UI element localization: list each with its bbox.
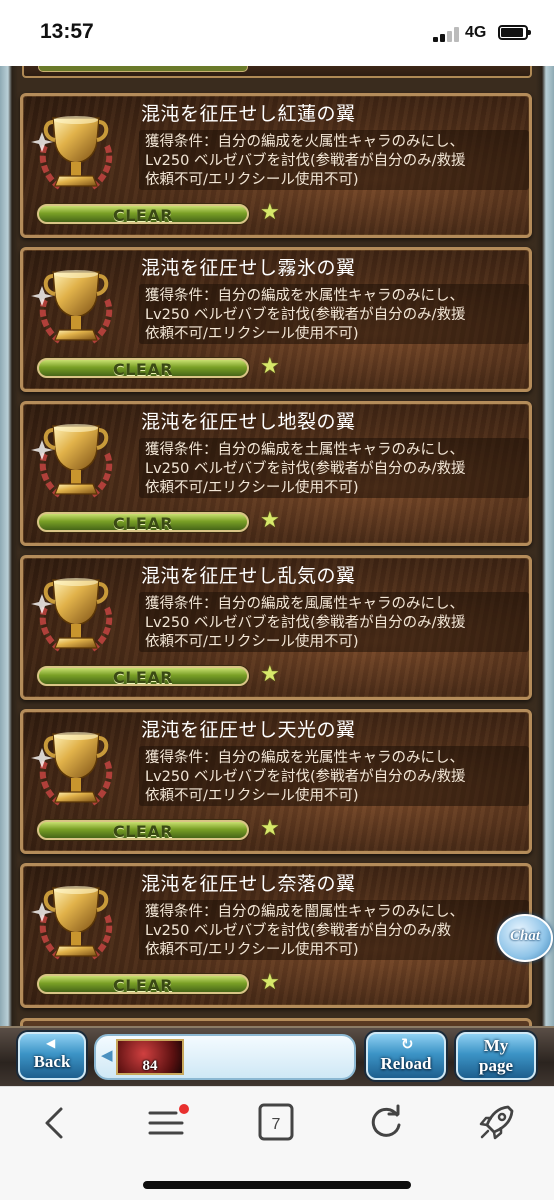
achievement-description-line: 依頼不可/エリクシール使用不可) (145, 634, 359, 650)
achievement-card-partial (22, 66, 532, 78)
achievement-description-line: Lv250 ベルゼバブを討伐(参戦者が自分のみ/救援 (145, 461, 466, 477)
tabs-icon: 7 (258, 1103, 294, 1141)
mypage-button-label: My page (458, 1036, 534, 1076)
status-time: 13:57 (40, 20, 94, 43)
reload-icon: ↻ (401, 1035, 414, 1053)
achievement-description-line: 依頼不可/エリクシール使用不可) (145, 942, 359, 958)
achievement-description-line: Lv250 ベルゼバブを討伐(参戦者が自分のみ/救 (145, 923, 451, 939)
achievement-title: 混沌を征圧せし紅蓮の翼 (141, 103, 356, 125)
scroll-left-icon[interactable]: ◀ (101, 1046, 113, 1064)
browser-toolbar: 7 (0, 1086, 554, 1200)
chat-button[interactable]: Chat (497, 914, 553, 962)
chat-button-label: Chat (509, 928, 540, 944)
trophy-icon (31, 270, 113, 345)
achievement-description-line: 獲得条件：自分の編成を闇属性キャラのみにし、 (145, 904, 464, 920)
achievement-title: 混沌を征圧せし乱気の翼 (141, 565, 356, 587)
achievement-description: 獲得条件：自分の編成を土属性キャラのみにし、 Lv250 ベルゼバブを討伐(参戦… (139, 438, 529, 498)
achievement-description-line: 獲得条件：自分の編成を水属性キャラのみにし、 (145, 288, 464, 304)
star-icon: ★ (260, 354, 280, 379)
star-icon: ★ (260, 662, 280, 687)
achievement-card[interactable]: 混沌を征圧せし地裂の翼 獲得条件：自分の編成を土属性キャラのみにし、 Lv250… (20, 401, 532, 546)
achievement-description-line: 獲得条件：自分の編成を光属性キャラのみにし、 (145, 750, 464, 766)
star-icon: ★ (260, 970, 280, 995)
notification-dot (179, 1104, 189, 1114)
achievement-description-line: 獲得条件：自分の編成を風属性キャラのみにし、 (145, 596, 464, 612)
battery-icon (498, 25, 531, 40)
cellular-signal-icon (433, 27, 459, 42)
achievement-description-line: 依頼不可/エリクシール使用不可) (145, 326, 359, 342)
browser-refresh-button[interactable] (364, 1101, 408, 1145)
browser-tabs-button[interactable]: 7 (254, 1101, 298, 1145)
home-indicator (143, 1181, 411, 1189)
mypage-button[interactable]: My page (456, 1032, 536, 1080)
hamburger-menu-icon (148, 1104, 189, 1135)
browser-menu-button[interactable] (144, 1101, 189, 1145)
clear-status-bar: CLEAR (37, 666, 249, 687)
achievement-description: 獲得条件：自分の編成を風属性キャラのみにし、 Lv250 ベルゼバブを討伐(参戦… (139, 592, 529, 652)
reload-button[interactable]: ↻ Reload (366, 1032, 446, 1080)
quick-access-panel[interactable]: ◀ 84 (94, 1034, 356, 1080)
clear-status-label: CLEAR (112, 206, 174, 225)
achievement-title: 混沌を征圧せし霧氷の翼 (141, 257, 356, 279)
achievement-title: 混沌を征圧せし地裂の翼 (141, 411, 356, 433)
item-thumbnail-count: 84 (142, 1058, 158, 1074)
back-button[interactable]: ◀ Back (18, 1032, 86, 1080)
browser-back-button[interactable] (34, 1101, 78, 1145)
back-button-label: Back (33, 1052, 71, 1071)
browser-rocket-button[interactable] (474, 1101, 518, 1145)
clear-status-label: CLEAR (112, 668, 174, 687)
achievement-description-line: 獲得条件：自分の編成を土属性キャラのみにし、 (145, 442, 464, 458)
star-icon: ★ (260, 816, 280, 841)
achievement-description: 獲得条件：自分の編成を水属性キャラのみにし、 Lv250 ベルゼバブを討伐(参戦… (139, 284, 529, 344)
achievement-description: 獲得条件：自分の編成を闇属性キャラのみにし、 Lv250 ベルゼバブを討伐(参戦… (139, 900, 529, 960)
clear-status-bar: CLEAR (37, 820, 249, 841)
back-arrow-icon: ◀ (46, 1036, 56, 1050)
achievement-card[interactable]: 混沌を征圧せし紅蓮の翼 獲得条件：自分の編成を火属性キャラのみにし、 Lv250… (20, 93, 532, 238)
mypage-label-line1: My (483, 1036, 509, 1055)
reload-button-label: Reload (380, 1054, 432, 1073)
star-icon: ★ (260, 200, 280, 225)
clear-status-bar: CLEAR (37, 974, 249, 995)
achievement-description-line: Lv250 ベルゼバブを討伐(参戦者が自分のみ/救援 (145, 615, 466, 631)
clear-status-label: CLEAR (112, 822, 174, 841)
rocket-icon (479, 1105, 514, 1140)
star-icon: ★ (260, 508, 280, 533)
game-nav-bar: ◀ Back ◀ 84 ↻ Reload My page (0, 1026, 554, 1086)
achievement-title: 混沌を征圧せし奈落の翼 (141, 873, 356, 895)
clear-status-bar: CLEAR (37, 512, 249, 533)
achievement-card[interactable]: 混沌を征圧せし乱気の翼 獲得条件：自分の編成を風属性キャラのみにし、 Lv250… (20, 555, 532, 700)
achievement-description: 獲得条件：自分の編成を火属性キャラのみにし、 Lv250 ベルゼバブを討伐(参戦… (139, 130, 529, 190)
achievement-card[interactable]: 混沌を征圧せし天光の翼 獲得条件：自分の編成を光属性キャラのみにし、 Lv250… (20, 709, 532, 854)
achievement-description: 獲得条件：自分の編成を光属性キャラのみにし、 Lv250 ベルゼバブを討伐(参戦… (139, 746, 529, 806)
chevron-left-icon (45, 1107, 63, 1139)
refresh-icon (371, 1104, 401, 1137)
achievement-description-line: Lv250 ベルゼバブを討伐(参戦者が自分のみ/救援 (145, 153, 466, 169)
item-thumbnail[interactable]: 84 (116, 1039, 184, 1075)
achievement-card[interactable]: 混沌を征圧せし奈落の翼 獲得条件：自分の編成を闇属性キャラのみにし、 Lv250… (20, 863, 532, 1008)
trophy-icon (31, 886, 113, 961)
achievement-description-line: 依頼不可/エリクシール使用不可) (145, 788, 359, 804)
clear-status-label: CLEAR (112, 360, 174, 379)
status-bar: 13:57 4G (0, 0, 554, 66)
achievement-description-line: Lv250 ベルゼバブを討伐(参戦者が自分のみ/救援 (145, 307, 466, 323)
achievement-description-line: 獲得条件：自分の編成を火属性キャラのみにし、 (145, 134, 464, 150)
achievement-title: 混沌を征圧せし天光の翼 (141, 719, 356, 741)
trophy-icon (31, 732, 113, 807)
clear-status-label: CLEAR (112, 514, 174, 533)
mypage-label-line2: page (479, 1056, 513, 1075)
achievement-card[interactable]: 混沌を征圧せし霧氷の翼 獲得条件：自分の編成を水属性キャラのみにし、 Lv250… (20, 247, 532, 392)
clear-status-bar: CLEAR (37, 358, 249, 379)
trophy-icon (31, 578, 113, 653)
achievement-description-line: 依頼不可/エリクシール使用不可) (145, 172, 359, 188)
clear-status-label: CLEAR (112, 976, 174, 995)
clear-status-bar: CLEAR (37, 204, 249, 225)
trophy-icon (31, 116, 113, 191)
trophy-icon (31, 424, 113, 499)
achievement-description-line: Lv250 ベルゼバブを討伐(参戦者が自分のみ/救援 (145, 769, 466, 785)
tab-count: 7 (272, 1116, 281, 1133)
achievement-list[interactable]: 混沌を征圧せし紅蓮の翼 獲得条件：自分の編成を火属性キャラのみにし、 Lv250… (0, 66, 554, 1086)
achievement-description-line: 依頼不可/エリクシール使用不可) (145, 480, 359, 496)
network-type: 4G (465, 24, 487, 41)
